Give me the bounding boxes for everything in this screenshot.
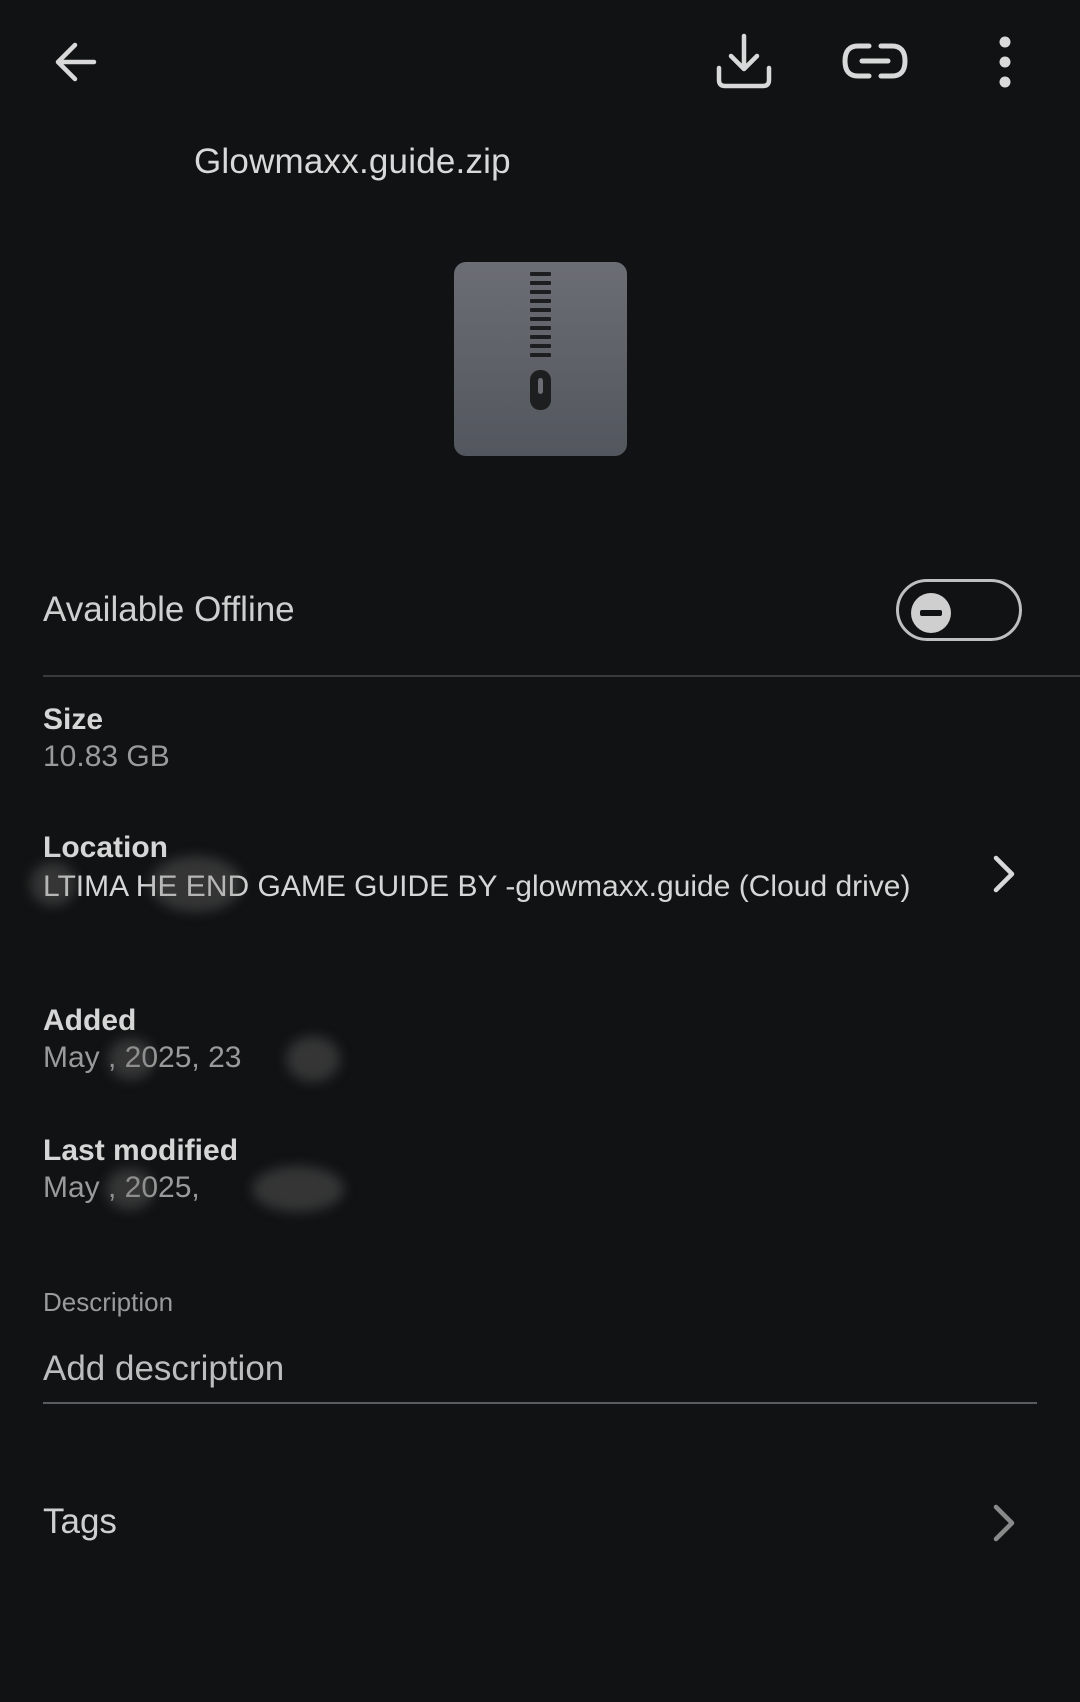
chevron-right-icon [993,1504,1015,1542]
redaction-blur [252,1166,344,1212]
size-value: 10.83 GB [43,740,170,773]
tags-label[interactable]: Tags [43,1502,117,1542]
section-divider [43,675,1080,677]
available-offline-label: Available Offline [43,590,295,629]
last-modified-label: Last modified [43,1134,239,1167]
download-icon [716,33,772,89]
redaction-blur [108,1038,154,1080]
redaction-blur [286,1036,340,1082]
redaction-blur [106,1168,154,1210]
available-offline-toggle[interactable] [896,579,1022,641]
location-label: Location [43,831,168,864]
zip-file-icon [454,262,627,456]
redaction-blur [30,862,76,906]
toggle-knob [911,593,951,633]
description-input[interactable] [43,1336,1037,1404]
description-caption: Description [43,1287,174,1317]
arrow-back-icon [55,42,97,82]
link-icon [842,43,908,79]
added-label: Added [43,1004,137,1037]
file-name: Glowmaxx.guide.zip [194,142,511,181]
more-vert-icon [999,36,1011,88]
size-label: Size [43,703,104,736]
download-button[interactable] [713,30,775,92]
chevron-right-icon [993,855,1015,893]
more-options-button[interactable] [990,34,1020,90]
location-chevron-button[interactable] [985,852,1021,896]
back-button[interactable] [48,34,104,90]
redaction-blur [150,856,242,912]
copy-link-button[interactable] [840,38,910,84]
tags-chevron-button[interactable] [985,1501,1021,1545]
